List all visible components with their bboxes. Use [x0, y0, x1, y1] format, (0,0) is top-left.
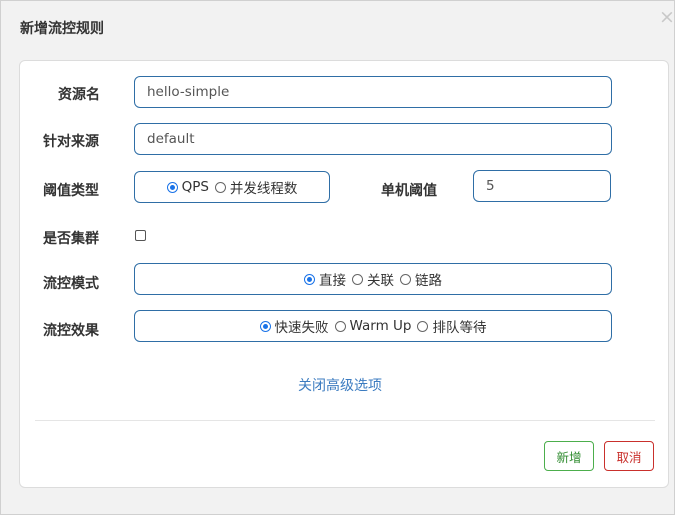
single-threshold-label: 单机阈值: [381, 183, 437, 199]
behavior-option-queue[interactable]: 排队等待: [417, 316, 486, 336]
strategy-option-direct[interactable]: 直接: [304, 269, 346, 289]
limit-app-input[interactable]: [135, 124, 611, 154]
single-threshold-field-wrapper: [473, 170, 611, 202]
radio-checked-icon[interactable]: [166, 181, 178, 193]
single-threshold-input[interactable]: [474, 171, 610, 201]
threshold-type-label: 阈值类型: [43, 183, 99, 199]
footer-divider: [35, 420, 655, 421]
behavior-option-label: 快速失败: [274, 320, 329, 336]
cluster-checkbox[interactable]: [135, 230, 146, 241]
radio-checked-icon[interactable]: [259, 320, 271, 332]
dialog-title: 新增流控规则: [20, 21, 104, 37]
resource-input[interactable]: [135, 77, 611, 107]
radio-unchecked-icon[interactable]: [400, 273, 411, 285]
behavior-option-fail-fast[interactable]: 快速失败: [259, 316, 329, 336]
radio-checked-icon[interactable]: [304, 273, 315, 285]
threshold-type-option-qps[interactable]: QPS: [166, 179, 209, 195]
strategy-option-label: 直接: [319, 273, 346, 289]
strategy-option-chain[interactable]: 链路: [400, 269, 442, 289]
strategy-group: 直接 关联 链路: [134, 263, 612, 295]
radio-unchecked-icon[interactable]: [417, 320, 429, 332]
resource-field-wrapper: [134, 76, 612, 108]
strategy-option-label: 关联: [367, 273, 394, 289]
behavior-option-warm-up[interactable]: Warm Up: [334, 318, 412, 334]
threshold-type-option-threads[interactable]: 并发线程数: [214, 177, 298, 197]
radio-unchecked-icon[interactable]: [214, 181, 226, 193]
control-behavior-group: 快速失败 Warm Up 排队等待: [134, 310, 612, 342]
behavior-option-label: 排队等待: [432, 320, 487, 336]
cancel-button[interactable]: 取消: [604, 441, 654, 471]
close-advanced-options-link[interactable]: 关闭高级选项: [298, 375, 382, 395]
threshold-type-group: QPS 并发线程数: [134, 171, 330, 203]
strategy-option-relate[interactable]: 关联: [352, 269, 394, 289]
limit-app-label: 针对来源: [43, 134, 99, 150]
behavior-option-label: Warm Up: [349, 318, 412, 334]
close-icon[interactable]: ×: [659, 7, 675, 27]
threshold-type-option-label: QPS: [181, 179, 209, 195]
cluster-label: 是否集群: [43, 231, 99, 247]
radio-unchecked-icon[interactable]: [352, 273, 363, 285]
resource-label: 资源名: [58, 87, 100, 103]
control-behavior-label: 流控效果: [43, 323, 99, 339]
threshold-type-option-label: 并发线程数: [229, 181, 298, 197]
limit-app-field-wrapper: [134, 123, 612, 155]
strategy-option-label: 链路: [415, 273, 442, 289]
strategy-label: 流控模式: [43, 276, 99, 292]
add-flow-rule-dialog: 新增流控规则 × 资源名 针对来源 阈值类型 QPS 并发线程数 单机阈值 是否…: [0, 0, 675, 515]
radio-unchecked-icon[interactable]: [334, 320, 346, 332]
add-button[interactable]: 新增: [544, 441, 594, 471]
